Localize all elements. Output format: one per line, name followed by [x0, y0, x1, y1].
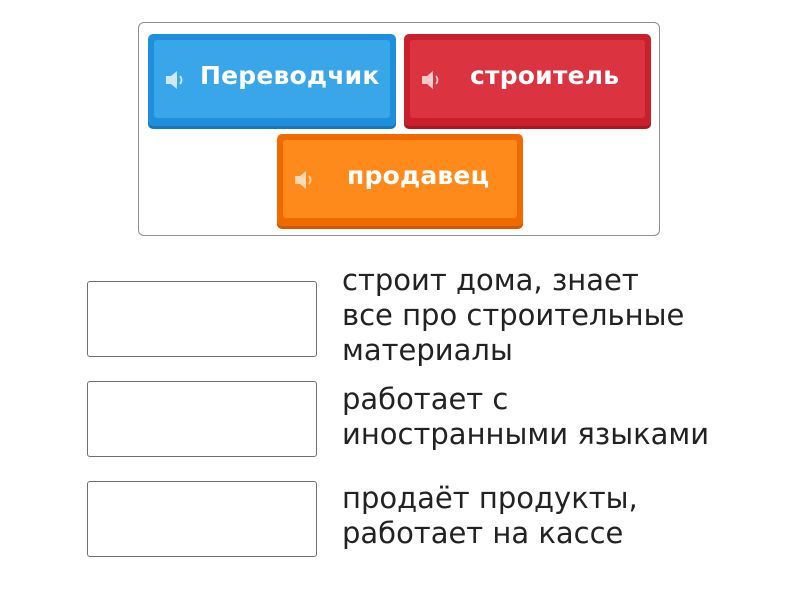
tile-label: продавец: [347, 161, 490, 190]
word-tile-stroitel[interactable]: строитель: [404, 34, 651, 126]
tile-label: строитель: [470, 61, 620, 90]
definition-2: работает с иностранными языками: [342, 382, 772, 452]
match-activity: Переводчик строитель продавец строит дом…: [0, 0, 800, 600]
definition-line: иностранными языками: [342, 417, 710, 451]
definition-line: работает на кассе: [342, 516, 624, 550]
speaker-icon[interactable]: [164, 70, 186, 90]
word-tile-perevodchik[interactable]: Переводчик: [148, 34, 396, 126]
speaker-icon[interactable]: [420, 70, 442, 90]
answer-drop-box-2[interactable]: [87, 381, 317, 457]
definition-line: все про строительные: [342, 298, 685, 332]
answer-drop-box-1[interactable]: [87, 281, 317, 357]
tile-label: Переводчик: [200, 61, 380, 90]
speaker-icon[interactable]: [293, 170, 315, 190]
word-tile-prodavets[interactable]: продавец: [277, 134, 523, 226]
definition-line: строит дома, знает: [342, 263, 639, 297]
definition-3: продаёт продукты, работает на кассе: [342, 481, 772, 551]
definition-line: работает с: [342, 382, 509, 416]
definition-line: материалы: [342, 333, 513, 367]
answer-drop-box-3[interactable]: [87, 481, 317, 557]
definition-1: строит дома, знает все про строительные …: [342, 263, 772, 368]
definition-line: продаёт продукты,: [342, 481, 638, 515]
